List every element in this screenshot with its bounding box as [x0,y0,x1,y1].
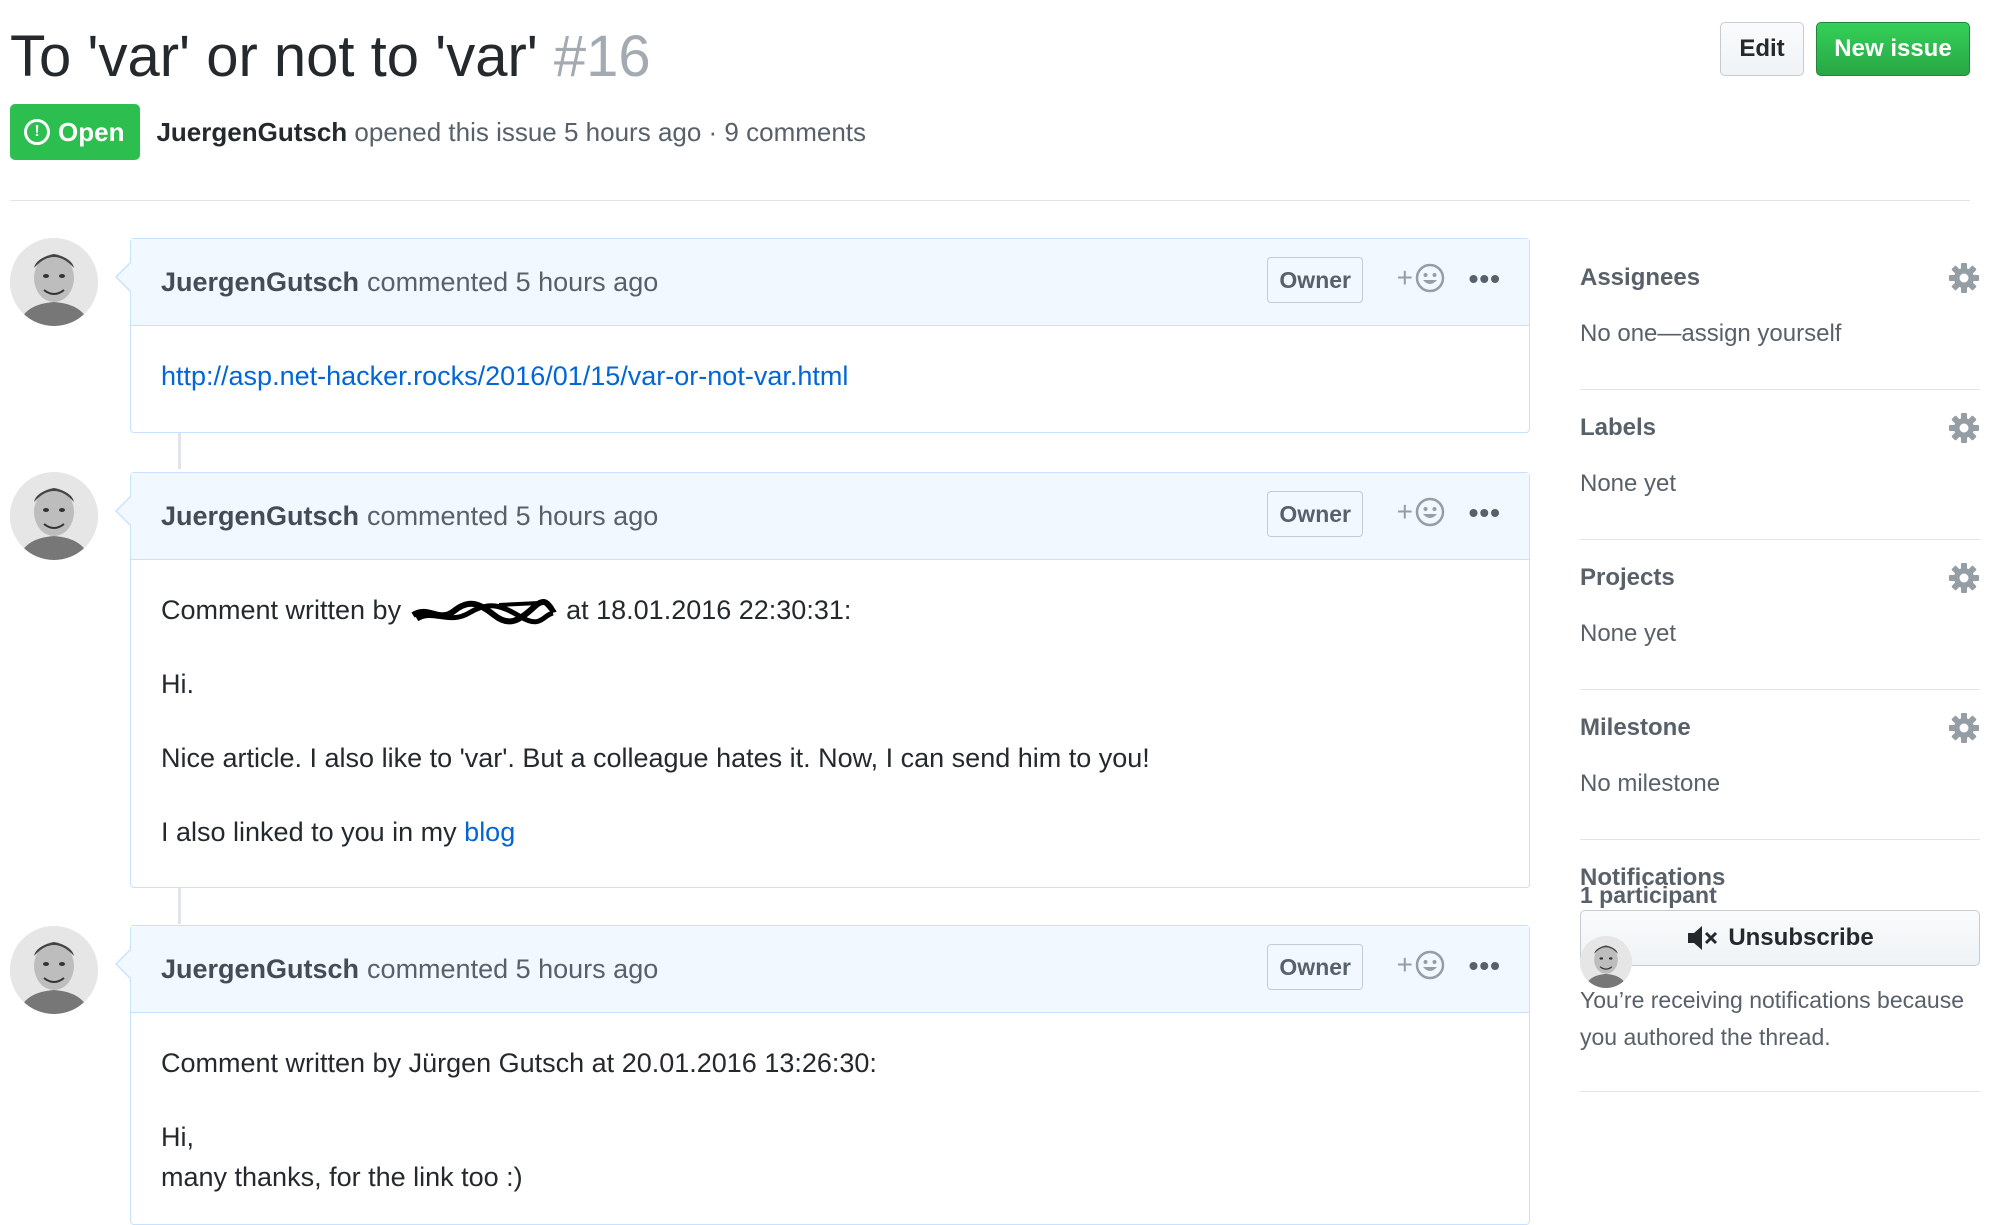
comment-author-link[interactable]: JuergenGutsch [161,267,359,298]
milestone-value: No milestone [1580,770,1721,797]
smiley-icon [1415,263,1445,293]
comment-author-link[interactable]: JuergenGutsch [161,501,359,532]
header-divider [10,200,1970,201]
projects-value: None yet [1580,620,1677,647]
assignees-value[interactable]: No one—assign yourself [1580,320,1841,348]
comment-timestamp[interactable]: commented 5 hours ago [367,501,658,532]
header-actions: Edit New issue [1720,22,1970,76]
participant-avatar[interactable] [1580,936,1632,988]
comment-author-link[interactable]: JuergenGutsch [161,954,359,985]
avatar[interactable] [10,472,98,560]
comment-2: JuergenGutsch commented 5 hours ago Owne… [115,472,1530,888]
labels-heading[interactable]: Labels [1580,414,1656,442]
assignees-heading[interactable]: Assignees [1580,264,1700,292]
sidebar-projects: Projects None yet [1580,540,1980,690]
comment-text: Comment written by [161,595,402,625]
sidebar-notifications: Notifications Unsubscribe You’re receivi… [1580,840,1980,1092]
issue-title-text: To 'var' or not to 'var' [10,24,538,89]
mute-icon [1688,926,1718,950]
sidebar-assignees: Assignees No one—assign yourself [1580,240,1980,390]
notifications-reason: You’re receiving notifications because y… [1580,987,1965,1050]
edit-button[interactable]: Edit [1720,22,1804,76]
comment-timestamp[interactable]: commented 5 hours ago [367,954,658,985]
comment-3: JuergenGutsch commented 5 hours ago Owne… [115,925,1530,1225]
status-label: Open [58,116,125,147]
issue-title: To 'var' or not to 'var' #16 [10,24,651,89]
participants-heading: 1 participant [1580,882,1717,908]
new-issue-button[interactable]: New issue [1816,22,1970,76]
issue-meta: ! Open JuergenGutsch opened this issue 5… [10,104,866,160]
owner-badge: Owner [1267,257,1363,303]
redacted-name-scribble [411,598,557,625]
avatar[interactable] [10,238,98,326]
gear-icon[interactable] [1948,412,1980,444]
owner-badge: Owner [1267,491,1363,537]
smiley-icon [1415,497,1445,527]
plus-icon: + [1396,496,1413,527]
issue-sidebar: Assignees No one—assign yourself Labels [1580,240,1980,1092]
comment-line: Comment written by at 18.01.2016 22:30:3… [161,590,1499,630]
more-options-icon[interactable]: ••• [1469,499,1501,527]
plus-icon: + [1396,949,1413,980]
milestone-heading[interactable]: Milestone [1580,714,1691,742]
unsubscribe-label: Unsubscribe [1728,924,1874,951]
comment-header: JuergenGutsch commented 5 hours ago Owne… [131,239,1529,326]
owner-badge: Owner [1267,944,1363,990]
add-reaction-button[interactable]: + [1397,950,1445,980]
avatar-portrait-icon [10,926,98,1014]
comment-text: at 18.01.2016 22:30:31: [566,595,852,625]
comment-timestamp[interactable]: commented 5 hours ago [367,267,658,298]
sidebar-milestone: Milestone No milestone [1580,690,1980,840]
avatar-portrait-icon [10,238,98,326]
add-reaction-button[interactable]: + [1397,263,1445,293]
more-options-icon[interactable]: ••• [1469,265,1501,293]
comment-line: Nice article. I also like to 'var'. But … [161,743,1150,773]
comment-body: Comment written by Jürgen Gutsch at 20.0… [131,1013,1529,1217]
issue-author-link[interactable]: JuergenGutsch [156,117,347,147]
article-link[interactable]: http://asp.net-hacker.rocks/2016/01/15/v… [161,361,848,391]
avatar[interactable] [10,926,98,1014]
issue-meta-text: JuergenGutsch opened this issue 5 hours … [156,117,866,148]
comment-header: JuergenGutsch commented 5 hours ago Owne… [131,926,1529,1013]
comment-1: JuergenGutsch commented 5 hours ago Owne… [115,238,1530,433]
issue-number: #16 [553,24,651,89]
comment-line: I also linked to you in my blog [161,812,1499,852]
gear-icon[interactable] [1948,712,1980,744]
gear-icon[interactable] [1948,262,1980,294]
plus-icon: + [1396,262,1413,293]
projects-heading[interactable]: Projects [1580,564,1675,592]
comment-line: Comment written by Jürgen Gutsch at 20.0… [161,1048,877,1078]
comment-body: http://asp.net-hacker.rocks/2016/01/15/v… [131,326,1529,416]
timeline-connector [178,433,181,469]
avatar-portrait-icon [10,472,98,560]
more-options-icon[interactable]: ••• [1469,952,1501,980]
comment-line: many thanks, for the link too :) [161,1162,523,1192]
unsubscribe-button[interactable]: Unsubscribe [1580,910,1980,966]
comment-line: Hi, [161,1122,194,1152]
sidebar-labels: Labels None yet [1580,390,1980,540]
avatar-portrait-icon [1580,936,1632,988]
comment-body: Comment written by at 18.01.2016 22:30:3… [131,560,1529,872]
comment-line: Hi. [161,669,194,699]
comment-header: JuergenGutsch commented 5 hours ago Owne… [131,473,1529,560]
add-reaction-button[interactable]: + [1397,497,1445,527]
smiley-icon [1415,950,1445,980]
status-badge: ! Open [10,104,141,160]
issue-meta-details: opened this issue 5 hours ago · 9 commen… [354,116,867,147]
comment-text: I also linked to you in my [161,817,457,847]
gear-icon[interactable] [1948,562,1980,594]
issue-opened-icon: ! [24,119,50,145]
issue-title-row: To 'var' or not to 'var' #16 [10,22,651,92]
blog-link[interactable]: blog [464,817,515,847]
timeline-connector [178,888,181,924]
labels-value: None yet [1580,470,1677,497]
